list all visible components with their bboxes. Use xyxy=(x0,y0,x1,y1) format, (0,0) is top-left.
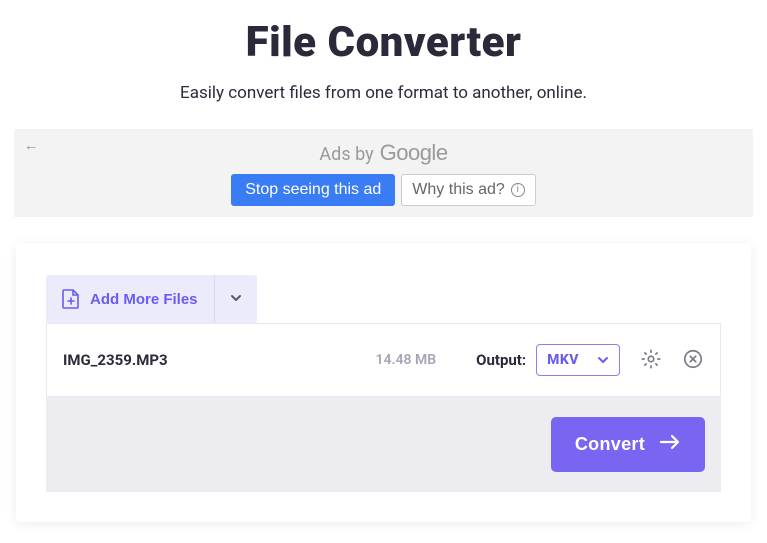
add-file-icon xyxy=(62,289,80,309)
ad-back-arrow-icon[interactable]: ← xyxy=(24,137,38,154)
output-format-select[interactable]: MKV xyxy=(536,344,620,376)
output-label: Output: xyxy=(476,351,526,369)
file-row: IMG_2359.MP3 14.48 MB Output: MKV xyxy=(46,323,721,397)
stop-seeing-ad-button[interactable]: Stop seeing this ad xyxy=(231,174,395,206)
close-icon xyxy=(682,348,704,373)
add-more-dropdown-button[interactable] xyxy=(214,275,257,323)
info-icon: i xyxy=(511,183,525,197)
output-format-value: MKV xyxy=(547,352,579,368)
page-subtitle: Easily convert files from one format to … xyxy=(0,83,767,103)
converter-card: Add More Files IMG_2359.MP3 14.48 MB Out… xyxy=(16,243,751,522)
file-name: IMG_2359.MP3 xyxy=(63,351,376,369)
gear-icon xyxy=(640,348,662,373)
chevron-down-icon xyxy=(229,291,243,308)
chevron-down-icon xyxy=(597,354,609,366)
action-bar: Convert xyxy=(46,397,721,492)
ad-by-label: Ads by xyxy=(319,144,373,165)
page-title: File Converter xyxy=(0,18,767,67)
why-this-ad-button[interactable]: Why this ad? i xyxy=(401,174,535,206)
ad-banner: ← Ads by Google Stop seeing this ad Why … xyxy=(14,129,753,217)
add-more-files-button[interactable]: Add More Files xyxy=(46,275,214,323)
arrow-right-icon xyxy=(659,433,681,456)
file-size: 14.48 MB xyxy=(376,352,437,368)
remove-file-button[interactable] xyxy=(682,348,704,373)
why-this-ad-label: Why this ad? xyxy=(412,181,504,199)
convert-button-label: Convert xyxy=(575,434,645,455)
settings-button[interactable] xyxy=(640,348,662,373)
add-more-files-label: Add More Files xyxy=(90,291,198,308)
convert-button[interactable]: Convert xyxy=(551,417,705,472)
ad-provider: Google xyxy=(380,140,448,166)
ad-by-line: Ads by Google xyxy=(319,140,447,166)
